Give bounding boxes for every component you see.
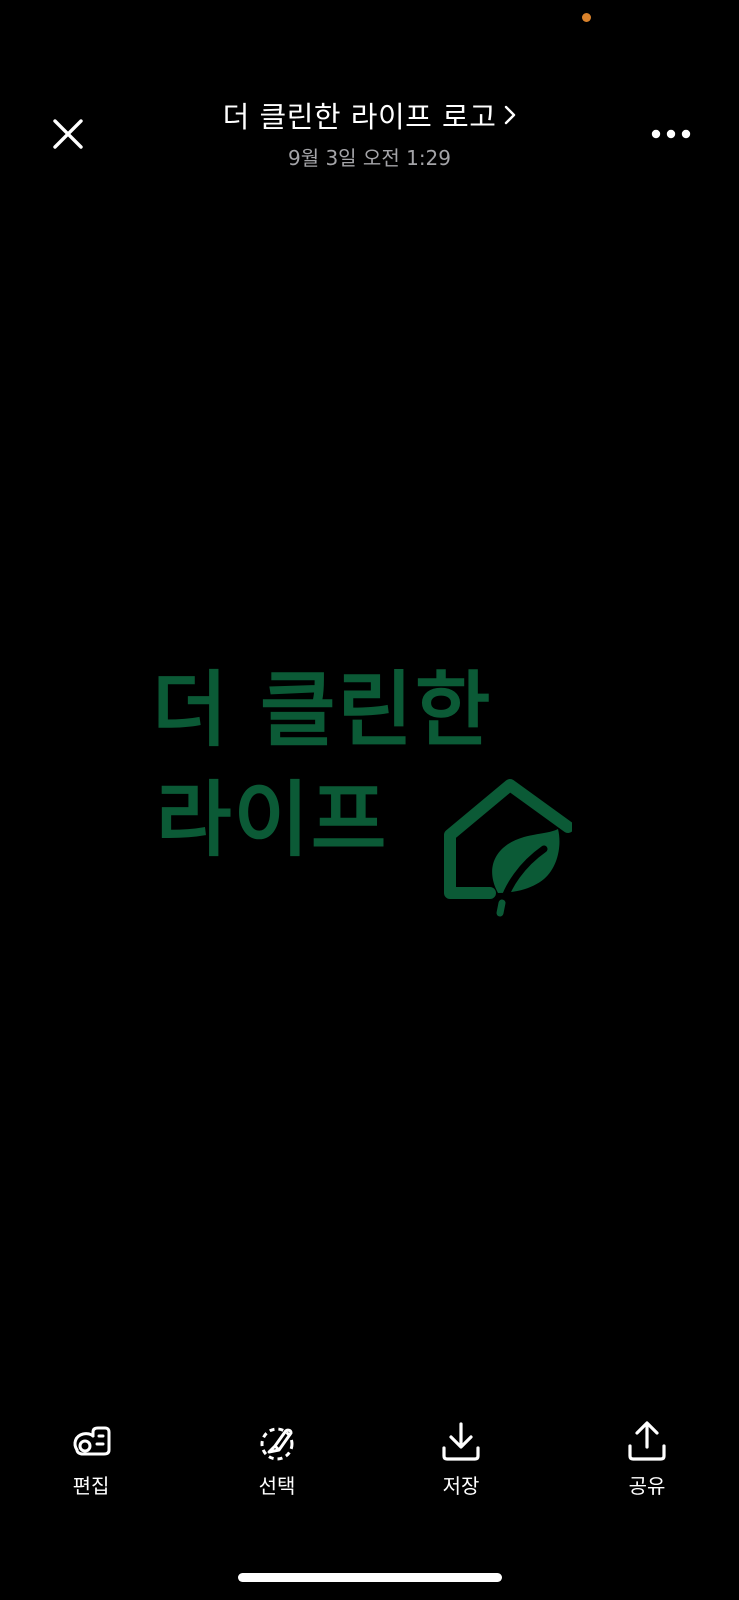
close-button[interactable] [44,110,92,158]
edit-button[interactable]: 편집 [36,1420,146,1499]
close-icon [53,119,83,149]
house-leaf-icon [444,779,572,917]
title-block: 더 클린한 라이프 로고 9월 3일 오전 1:29 [150,94,589,171]
share-button[interactable]: 공유 [592,1420,702,1499]
ellipsis-icon [651,129,691,139]
save-button[interactable]: 저장 [406,1420,516,1499]
timestamp: 9월 3일 오전 1:29 [287,146,452,170]
logo-image: 더 클린한 라이프 [150,670,580,920]
home-indicator[interactable] [238,1573,502,1582]
title-button[interactable]: 더 클린한 라이프 로고 [150,94,589,136]
share-label: 공유 [628,1474,666,1498]
save-label: 저장 [442,1474,480,1498]
logo-text-line1: 더 클린한 [152,663,493,758]
bottom-toolbar: 편집 선택 저장 공유 [0,1420,739,1510]
status-indicator-dot [582,13,591,22]
share-icon [628,1421,666,1461]
edit-label: 편집 [72,1474,110,1498]
select-icon [260,1427,294,1461]
chevron-right-icon [505,105,516,125]
header: 더 클린한 라이프 로고 9월 3일 오전 1:29 [0,88,739,178]
logo-text-line2: 라이프 [156,773,389,868]
more-options-button[interactable] [644,112,698,156]
page-title: 더 클린한 라이프 로고 [222,100,497,134]
edit-icon [73,1426,111,1456]
download-icon [442,1422,480,1461]
select-label: 선택 [258,1474,296,1498]
select-button[interactable]: 선택 [222,1420,332,1499]
